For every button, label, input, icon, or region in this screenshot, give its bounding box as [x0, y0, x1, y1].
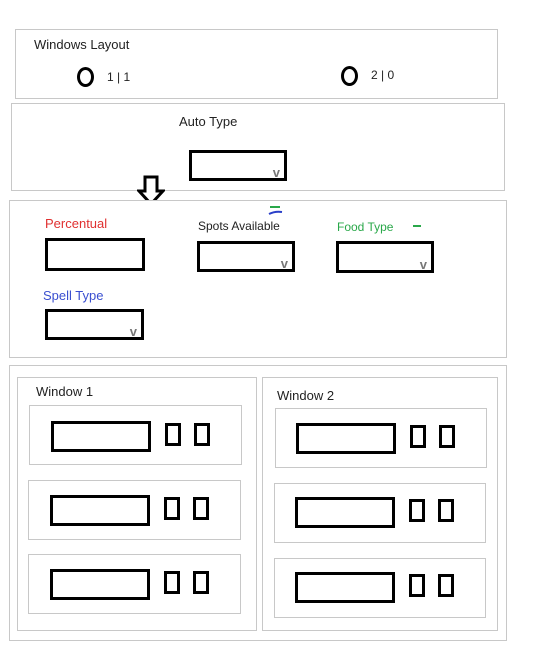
- window-2-row: [274, 483, 486, 543]
- row-checkbox-a[interactable]: [409, 574, 425, 597]
- row-input[interactable]: [50, 495, 150, 526]
- row-input[interactable]: [50, 569, 150, 600]
- windows-layout-panel: Windows Layout 1 | 1 2 | 0: [15, 29, 498, 99]
- layout-radio-1-1[interactable]: [77, 67, 94, 87]
- window-1-row: [28, 480, 241, 540]
- windows-layout-title: Windows Layout: [34, 37, 130, 52]
- type-fields-panel: Percentual Spots Available v Food Type v…: [9, 200, 507, 358]
- window-1-row: [29, 405, 242, 465]
- spots-available-dropdown[interactable]: v: [197, 241, 295, 272]
- row-checkbox-b[interactable]: [194, 423, 210, 446]
- window-2-row: [274, 558, 486, 618]
- row-checkbox-b[interactable]: [193, 497, 209, 520]
- percentual-input[interactable]: [45, 238, 145, 271]
- row-input[interactable]: [51, 421, 151, 452]
- layout-option-label-1-1: 1 | 1: [107, 70, 131, 84]
- row-checkbox-a[interactable]: [165, 423, 181, 446]
- row-checkbox-a[interactable]: [164, 571, 180, 594]
- food-type-marker-icon: [413, 225, 421, 227]
- food-type-dropdown[interactable]: v: [336, 241, 434, 273]
- spots-available-label: Spots Available: [198, 219, 280, 233]
- row-checkbox-b[interactable]: [438, 574, 454, 597]
- window-1-title: Window 1: [36, 384, 94, 399]
- auto-type-title: Auto Type: [179, 114, 238, 129]
- row-input[interactable]: [295, 497, 395, 528]
- auto-type-panel: Auto Type v: [11, 103, 505, 191]
- row-input[interactable]: [295, 572, 395, 603]
- layout-radio-2-0[interactable]: [341, 66, 358, 86]
- chevron-down-icon: v: [419, 257, 427, 272]
- window-2-title: Window 2: [277, 388, 335, 403]
- row-checkbox-b[interactable]: [438, 499, 454, 522]
- window-2-panel: Window 2: [262, 377, 498, 631]
- row-checkbox-a[interactable]: [410, 425, 426, 448]
- chevron-down-icon: v: [129, 324, 137, 339]
- percentual-label: Percentual: [45, 216, 108, 231]
- layout-option-label-2-0: 2 | 0: [371, 68, 395, 82]
- window-1-row: [28, 554, 241, 614]
- auto-type-dropdown[interactable]: v: [189, 150, 287, 181]
- row-checkbox-b[interactable]: [439, 425, 455, 448]
- row-checkbox-b[interactable]: [193, 571, 209, 594]
- food-type-label: Food Type: [337, 220, 394, 234]
- spell-type-dropdown[interactable]: v: [45, 309, 144, 340]
- spots-available-marker-icon: [268, 206, 283, 215]
- chevron-down-icon: v: [280, 256, 288, 271]
- window-1-panel: Window 1: [17, 377, 257, 631]
- spell-type-label: Spell Type: [43, 288, 104, 303]
- row-input[interactable]: [296, 423, 396, 454]
- chevron-down-icon: v: [272, 165, 280, 180]
- window-2-row: [275, 408, 487, 468]
- row-checkbox-a[interactable]: [409, 499, 425, 522]
- row-checkbox-a[interactable]: [164, 497, 180, 520]
